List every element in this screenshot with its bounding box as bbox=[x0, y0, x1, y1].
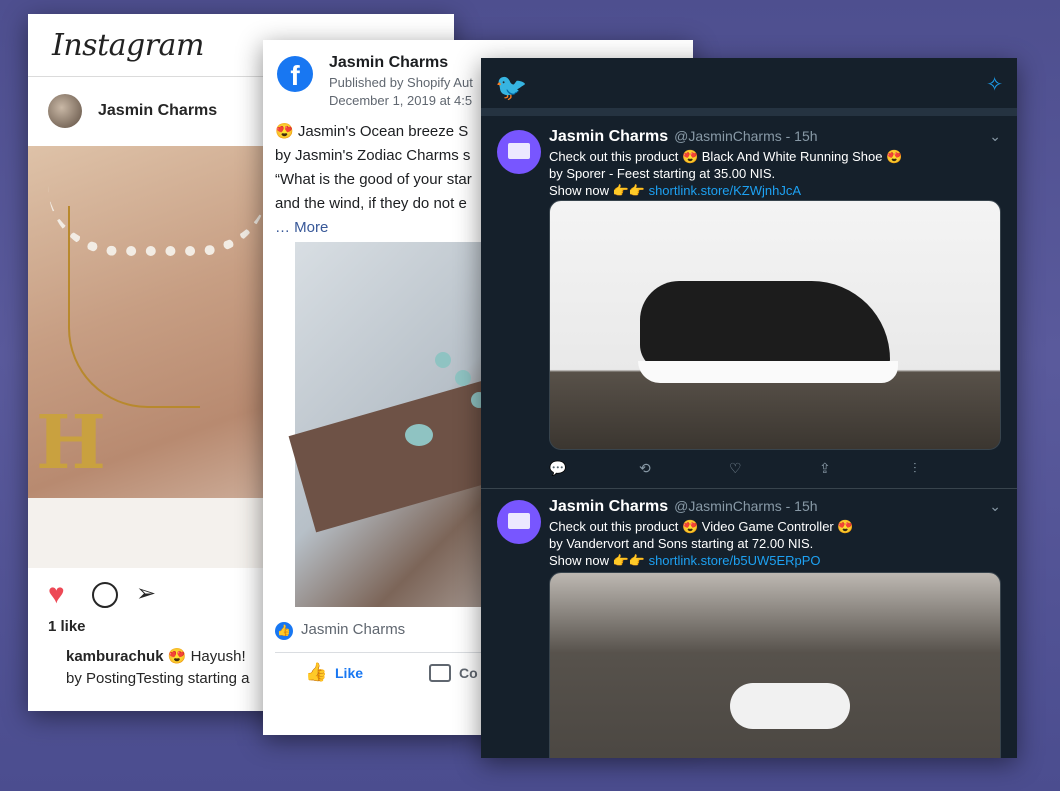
reaction-name: Jasmin Charms bbox=[301, 621, 406, 638]
tweet-line: Check out this product 😍 Video Game Cont… bbox=[549, 519, 854, 534]
tweet-text: Check out this product 😍 Video Game Cont… bbox=[549, 518, 989, 569]
store-icon bbox=[508, 513, 530, 529]
tweet-actions: 💬 ⟲ ♡ ⇪ ⫶ bbox=[549, 460, 989, 480]
tweet-header: Jasmin Charms @JasminCharms - 15h bbox=[549, 128, 818, 146]
facebook-logo-icon: f bbox=[277, 56, 313, 92]
shoe-sole bbox=[638, 361, 898, 383]
like-reaction-icon: 👍 bbox=[275, 622, 293, 640]
reply-icon[interactable]: 💬 bbox=[549, 460, 566, 477]
chevron-down-icon[interactable]: ⌄ bbox=[989, 498, 1001, 515]
tweet-line: Show now 👉👉 bbox=[549, 553, 649, 568]
thumbs-up-icon: 👍 bbox=[305, 662, 328, 682]
tweet-author-name[interactable]: Jasmin Charms bbox=[549, 128, 668, 145]
caption-username[interactable]: kamburachuk bbox=[66, 648, 164, 665]
tweet-handle-time: @JasminCharms - 15h bbox=[674, 498, 818, 514]
heart-icon[interactable]: ♥ bbox=[48, 580, 65, 608]
necklace-pendant: H bbox=[36, 400, 106, 486]
send-icon[interactable]: ➢ bbox=[136, 580, 156, 608]
timeline-divider bbox=[481, 108, 1017, 116]
retweet-icon[interactable]: ⟲ bbox=[639, 460, 651, 477]
tweet-link[interactable]: shortlink.store/KZWjnhJcA bbox=[649, 183, 801, 198]
tweet-handle-time: @JasminCharms - 15h bbox=[674, 128, 818, 144]
tweet[interactable]: Jasmin Charms @JasminCharms - 15h ⌄ Check… bbox=[481, 120, 1017, 489]
caption-text: Hayush! bbox=[190, 648, 246, 665]
necklace-chain bbox=[68, 206, 200, 408]
instagram-like-count[interactable]: 1 like bbox=[48, 618, 86, 635]
avatar[interactable] bbox=[497, 130, 541, 174]
avatar[interactable] bbox=[497, 500, 541, 544]
bracelet-bead bbox=[435, 352, 451, 368]
tweet-author-name[interactable]: Jasmin Charms bbox=[549, 498, 668, 515]
comment-icon bbox=[429, 664, 451, 682]
facebook-post-date[interactable]: December 1, 2019 at 4:5 bbox=[329, 92, 473, 110]
game-controller bbox=[730, 683, 850, 729]
instagram-account[interactable]: Jasmin Charms bbox=[28, 94, 228, 130]
caption-line-2: by PostingTesting starting a bbox=[66, 670, 250, 687]
chevron-down-icon[interactable]: ⌄ bbox=[989, 128, 1001, 145]
tweet-line: by Vandervort and Sons starting at 72.00… bbox=[549, 536, 814, 551]
tweet[interactable]: Jasmin Charms @JasminCharms - 15h ⌄ Check… bbox=[481, 490, 1017, 758]
facebook-page-name[interactable]: Jasmin Charms bbox=[329, 54, 448, 72]
tweet-text: Check out this product 😍 Black And White… bbox=[549, 148, 989, 199]
bracelet-bead bbox=[455, 370, 471, 386]
like-label: Like bbox=[335, 665, 364, 681]
instagram-actions: ♥ ➢ bbox=[48, 580, 248, 610]
sparkle-icon[interactable]: ✧ bbox=[986, 72, 1003, 97]
tweet-line: Show now 👉👉 bbox=[549, 183, 649, 198]
instagram-caption: kamburachuk 😍 Hayush! by PostingTesting … bbox=[66, 646, 249, 690]
comment-label: Co bbox=[459, 665, 478, 681]
bracelet-heart-charm bbox=[405, 424, 433, 446]
tweet-line: by Sporer - Feest starting at 35.00 NIS. bbox=[549, 166, 776, 181]
twitter-timeline-card: 🐦 ✧ Jasmin Charms @JasminCharms - 15h ⌄ C… bbox=[481, 58, 1017, 758]
facebook-published-by: Published by Shopify Aut bbox=[329, 75, 473, 90]
store-icon bbox=[508, 143, 530, 159]
analytics-icon[interactable]: ⫶ bbox=[913, 460, 917, 477]
like-icon[interactable]: ♡ bbox=[729, 460, 742, 477]
twitter-bird-icon[interactable]: 🐦 bbox=[495, 72, 527, 103]
tweet-line: Check out this product 😍 Black And White… bbox=[549, 149, 903, 164]
facebook-post-meta: Published by Shopify Aut December 1, 201… bbox=[329, 74, 473, 110]
shoe-upper bbox=[640, 281, 890, 371]
like-button[interactable]: 👍 Like bbox=[305, 662, 385, 686]
comment-icon[interactable] bbox=[92, 582, 118, 608]
tweet-header: Jasmin Charms @JasminCharms - 15h bbox=[549, 498, 818, 516]
tweet-link[interactable]: shortlink.store/b5UW5ERpPO bbox=[649, 553, 821, 568]
tweet-image-controller[interactable] bbox=[549, 572, 1001, 758]
caption-emoji: 😍 bbox=[167, 648, 187, 665]
share-icon[interactable]: ⇪ bbox=[819, 460, 831, 477]
avatar[interactable] bbox=[48, 94, 82, 128]
instagram-account-name[interactable]: Jasmin Charms bbox=[98, 102, 217, 120]
tweet-image-shoe[interactable] bbox=[549, 200, 1001, 450]
instagram-logo: Instagram bbox=[52, 28, 204, 63]
